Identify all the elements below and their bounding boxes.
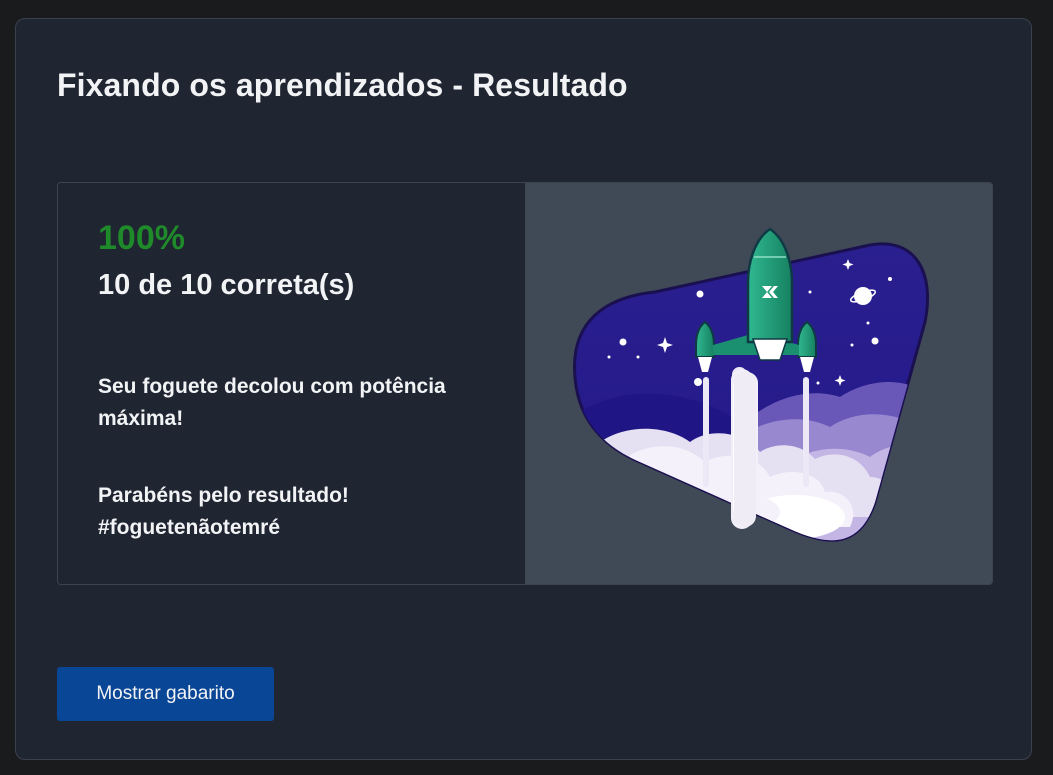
- rocket-illustration-panel: [525, 183, 992, 584]
- show-answers-button[interactable]: Mostrar gabarito: [57, 667, 274, 721]
- result-panel: 100% 10 de 10 correta(s) Seu foguete dec…: [57, 182, 993, 585]
- score-percent: 100%: [98, 219, 185, 257]
- result-message: Seu foguete decolou com potência máxima!: [98, 375, 446, 430]
- result-summary: 100% 10 de 10 correta(s) Seu foguete dec…: [58, 183, 525, 584]
- page-title: Fixando os aprendizados - Resultado: [57, 67, 628, 103]
- score-count: 10 de 10 correta(s): [98, 269, 355, 301]
- rocket-icon: [746, 227, 794, 361]
- rocket-launch-illustration: [573, 227, 930, 542]
- result-card: Fixando os aprendizados - Resultado 100%…: [15, 18, 1032, 760]
- congrats-message: Parabéns pelo resultado! #foguetenãotemr…: [98, 484, 349, 539]
